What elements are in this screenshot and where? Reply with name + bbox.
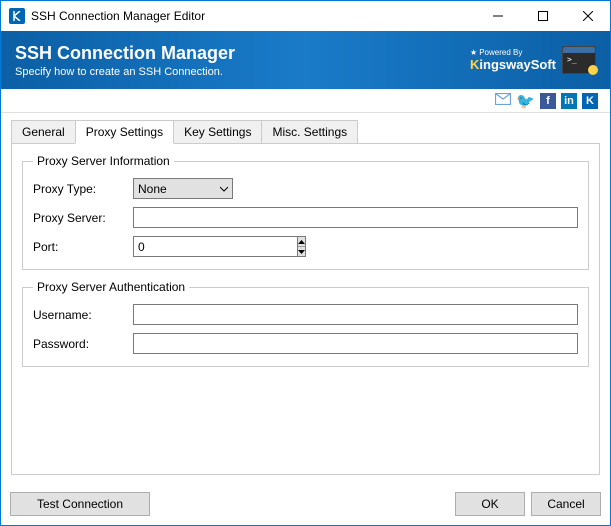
powered-by-badge: ★Powered By KingswaySoft (470, 48, 556, 72)
ok-button[interactable]: OK (455, 492, 525, 516)
proxy-server-auth-legend: Proxy Server Authentication (33, 280, 189, 294)
test-connection-button[interactable]: Test Connection (10, 492, 150, 516)
proxy-server-info-legend: Proxy Server Information (33, 154, 174, 168)
tab-body: Proxy Server Information Proxy Type: Non… (11, 143, 600, 475)
mail-icon[interactable] (495, 93, 511, 108)
port-decrement-button[interactable] (298, 247, 305, 256)
header-banner: SSH Connection Manager Specify how to cr… (1, 31, 610, 89)
port-increment-button[interactable] (298, 237, 305, 247)
proxy-server-label: Proxy Server: (33, 211, 133, 225)
app-icon (9, 8, 25, 24)
username-input[interactable] (133, 304, 578, 325)
password-label: Password: (33, 337, 133, 351)
window-controls (475, 1, 610, 31)
titlebar: SSH Connection Manager Editor (1, 1, 610, 31)
proxy-server-input[interactable] (133, 207, 578, 228)
maximize-button[interactable] (520, 1, 565, 31)
proxy-type-label: Proxy Type: (33, 182, 133, 196)
header-subtitle: Specify how to create an SSH Connection. (15, 66, 470, 78)
terminal-icon (562, 46, 596, 74)
username-label: Username: (33, 308, 133, 322)
port-label: Port: (33, 240, 133, 254)
proxy-server-auth-group: Proxy Server Authentication Username: Pa… (22, 280, 589, 367)
tab-proxy-settings[interactable]: Proxy Settings (75, 120, 174, 144)
tabs: General Proxy Settings Key Settings Misc… (1, 119, 610, 143)
proxy-type-select[interactable]: None (133, 178, 233, 199)
social-row: 🐦 f in K (1, 89, 610, 113)
kingswaysoft-icon[interactable]: K (582, 93, 598, 109)
proxy-server-info-group: Proxy Server Information Proxy Type: Non… (22, 154, 589, 270)
header-title: SSH Connection Manager (15, 43, 470, 64)
window-title: SSH Connection Manager Editor (31, 9, 475, 23)
twitter-icon[interactable]: 🐦 (516, 92, 535, 110)
facebook-icon[interactable]: f (540, 93, 556, 109)
tab-misc-settings[interactable]: Misc. Settings (261, 120, 358, 144)
proxy-type-value: None (138, 182, 167, 196)
minimize-button[interactable] (475, 1, 520, 31)
tab-general[interactable]: General (11, 120, 76, 144)
close-button[interactable] (565, 1, 610, 31)
port-stepper (133, 236, 233, 257)
tab-key-settings[interactable]: Key Settings (173, 120, 262, 144)
cancel-button[interactable]: Cancel (531, 492, 601, 516)
port-input[interactable] (133, 236, 297, 257)
linkedin-icon[interactable]: in (561, 93, 577, 109)
password-input[interactable] (133, 333, 578, 354)
footer: Test Connection OK Cancel (10, 492, 601, 516)
chevron-down-icon (220, 185, 228, 193)
